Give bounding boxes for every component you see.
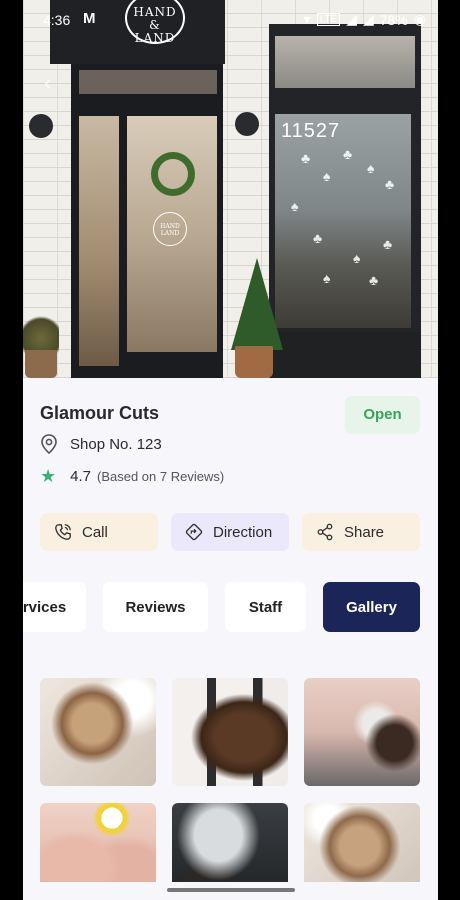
direction-label: Direction: [213, 523, 273, 541]
share-label: Share: [344, 523, 385, 541]
battery-icon: ◉: [413, 11, 426, 27]
shop-name: Glamour Cuts: [40, 403, 160, 423]
gmail-icon: M: [83, 10, 96, 27]
potted-tree: [231, 258, 283, 350]
shop-detail-page: HAND & LAND HAND LAND 11527 ♣ ♠ ♣ ♠ ♣ ♠ ♣…: [23, 0, 438, 900]
home-indicator[interactable]: [167, 888, 295, 892]
call-label: Call: [82, 523, 108, 541]
wifi-icon: ▾: [303, 11, 311, 27]
address-row: Shop No. 123: [40, 434, 162, 454]
call-button[interactable]: Call: [40, 513, 158, 551]
tab-reviews[interactable]: Reviews: [103, 582, 208, 632]
phone-icon: [55, 524, 71, 540]
battery-level: 78%: [379, 11, 408, 28]
network-type: LTE: [316, 13, 341, 26]
screen: HAND & LAND HAND LAND 11527 ♣ ♠ ♣ ♠ ♣ ♠ ♣…: [0, 0, 460, 900]
reviews-count: (Based on 7 Reviews): [97, 469, 225, 484]
tab-gallery[interactable]: Gallery: [323, 582, 420, 632]
star-icon: ★: [40, 466, 57, 486]
rating-row: ★ 4.7 (Based on 7 Reviews): [40, 466, 224, 487]
wreath: [151, 152, 195, 196]
tab-services-label: rvices: [23, 598, 67, 616]
tab-staff[interactable]: Staff: [225, 582, 306, 632]
tab-staff-label: Staff: [248, 598, 283, 616]
tab-reviews-label: Reviews: [125, 598, 186, 616]
tab-services[interactable]: rvices: [23, 582, 86, 632]
status-time: 4:36: [43, 12, 71, 28]
back-arrow-icon[interactable]: ‹: [44, 70, 51, 96]
gallery-photo[interactable]: [304, 678, 420, 786]
status-bar: 4:36 M ▾ LTE ◢ ◢ 78% ◉: [23, 0, 438, 40]
share-icon: [317, 523, 333, 541]
address-number: 11527: [281, 120, 341, 142]
tab-gallery-label: Gallery: [346, 598, 397, 616]
shop-address: Shop No. 123: [70, 435, 162, 453]
location-pin-icon: [41, 434, 57, 454]
direction-button[interactable]: Direction: [171, 513, 289, 551]
gallery-photo[interactable]: [172, 678, 288, 786]
direction-icon: [185, 523, 203, 541]
signal-icon-2: ◢: [362, 11, 374, 27]
open-status-badge: Open: [345, 396, 420, 434]
gallery-photo[interactable]: [40, 678, 156, 786]
signal-icon: ◢: [346, 11, 357, 27]
action-buttons: Call Direction Share: [40, 513, 420, 551]
status-icons: ▾ LTE ◢ ◢ 78% ◉: [304, 11, 426, 28]
share-button[interactable]: Share: [302, 513, 420, 551]
tab-bar: rvices Reviews Staff Gallery: [23, 582, 438, 632]
rating-value: 4.7: [70, 468, 91, 485]
shop-photo: HAND & LAND HAND LAND 11527 ♣ ♠ ♣ ♠ ♣ ♠ ♣…: [23, 0, 438, 378]
